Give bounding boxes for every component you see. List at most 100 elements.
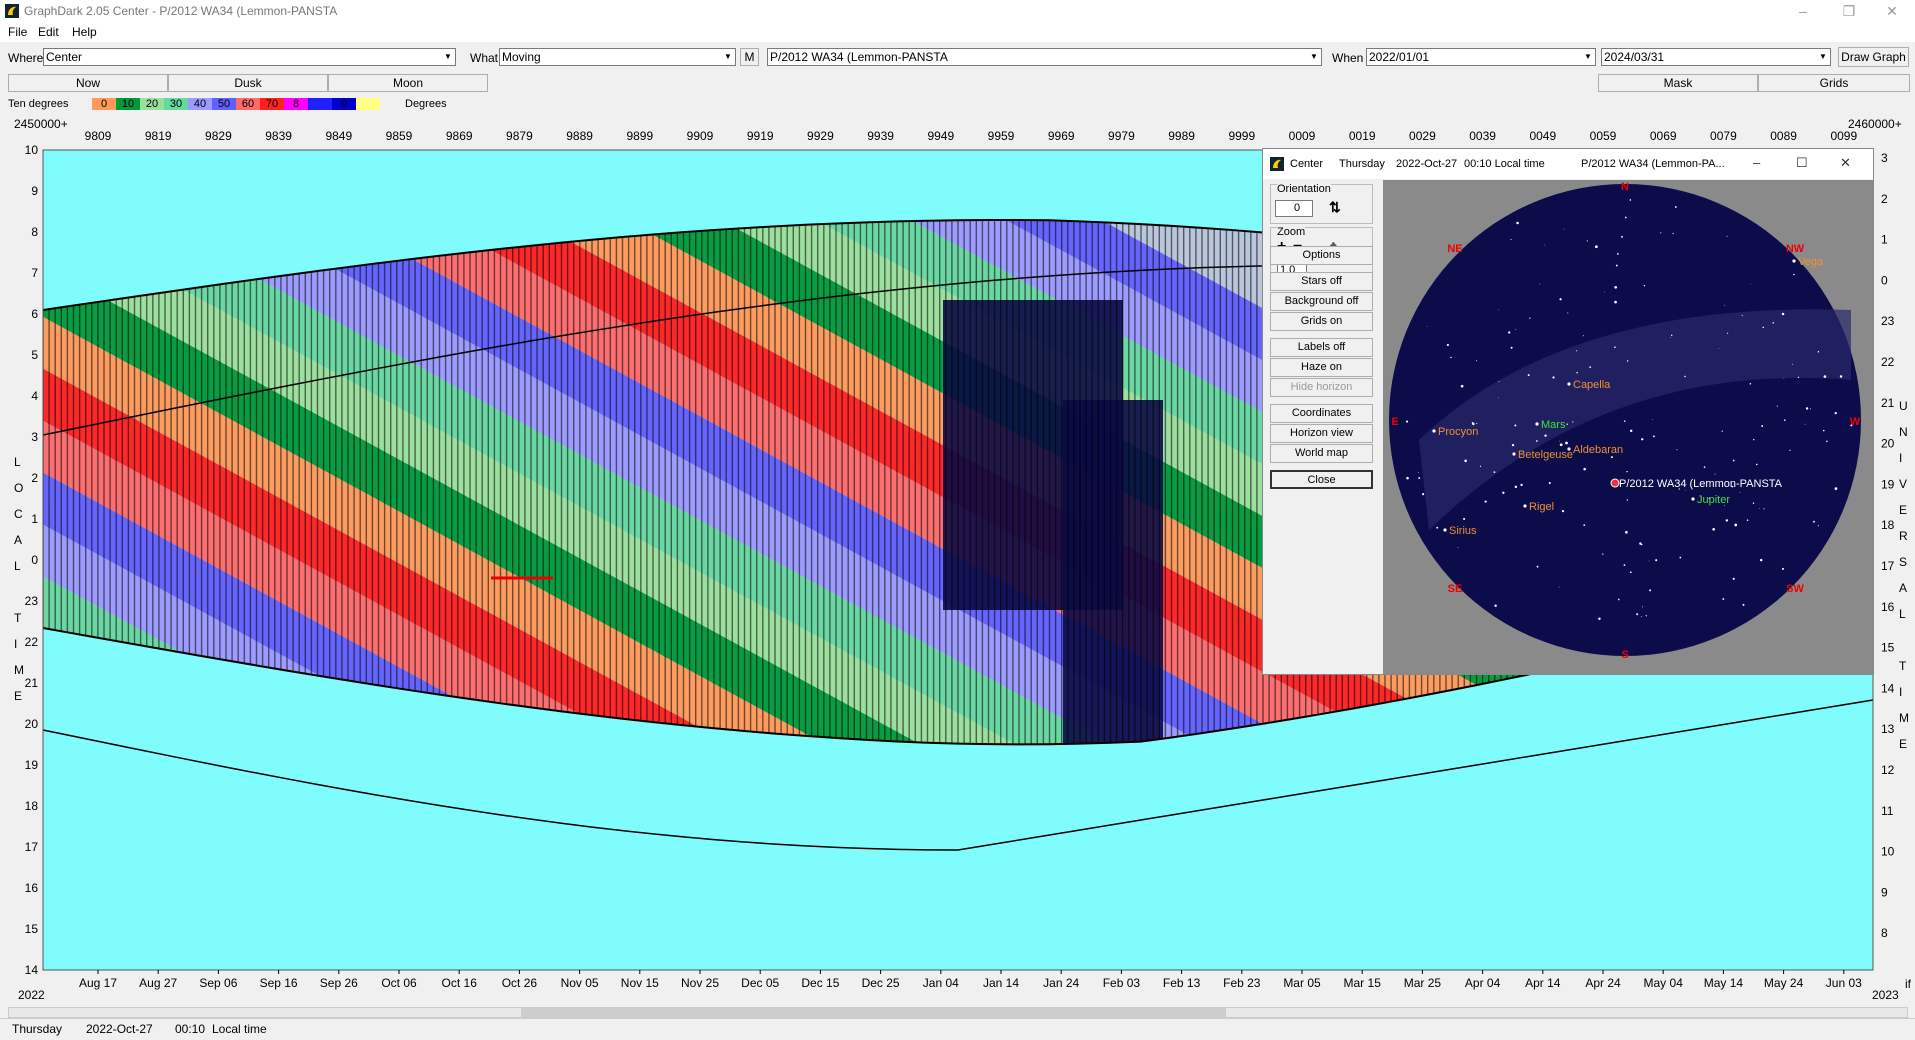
- m-button[interactable]: M: [740, 48, 759, 66]
- compass-label: W: [1850, 416, 1861, 428]
- sky-button-coordinates[interactable]: Coordinates: [1270, 404, 1373, 423]
- sky-object-dot[interactable]: [1443, 528, 1447, 532]
- sky-object-label[interactable]: Betelgeuse: [1518, 449, 1573, 461]
- maximize-icon[interactable]: ☐: [1796, 155, 1808, 171]
- jd-tick-label: 9979: [1108, 129, 1135, 143]
- jd-tick-label: 0069: [1650, 129, 1677, 143]
- tab-mask[interactable]: Mask: [1598, 74, 1758, 92]
- scrollbar-thumb[interactable]: [521, 1008, 1226, 1017]
- date-tick-label: Apr 14: [1525, 976, 1561, 990]
- object-select[interactable]: P/2012 WA34 (Lemmon-PANSTA ▼: [767, 48, 1322, 66]
- compass-label: E: [1391, 416, 1398, 428]
- ut-axis-letter: I: [1899, 451, 1902, 465]
- local-time-axis-letter: M: [14, 663, 24, 677]
- date-tick-label: Apr 24: [1585, 976, 1621, 990]
- date-tick-label: May 04: [1644, 976, 1684, 990]
- menu-edit[interactable]: Edit: [38, 25, 59, 39]
- sky-object-dot[interactable]: [1523, 504, 1527, 508]
- jd-tick-label: 0019: [1349, 129, 1376, 143]
- sky-title-object: P/2012 WA34 (Lemmon-PA...: [1581, 158, 1725, 170]
- ut-axis-letter: N: [1899, 425, 1908, 439]
- menu-help[interactable]: Help: [72, 25, 97, 39]
- sky-button-grids-on[interactable]: Grids on: [1270, 312, 1373, 331]
- start-date-select[interactable]: 2022/01/01 ▼: [1366, 48, 1596, 66]
- sky-object-dot[interactable]: [1512, 452, 1516, 456]
- sky-object-dot[interactable]: [1691, 497, 1695, 501]
- sky-object-label[interactable]: Mars: [1541, 419, 1566, 431]
- status-bar: Thursday 2022-Oct-27 00:10 Local time: [0, 1018, 1915, 1040]
- legend-swatch: 50: [212, 98, 236, 110]
- local-time-tick: 15: [25, 922, 39, 936]
- legend-swatch: 60: [236, 98, 260, 110]
- minimize-icon[interactable]: –: [1753, 155, 1760, 170]
- date-tick-label: Feb 03: [1103, 976, 1141, 990]
- horizontal-scrollbar[interactable]: [8, 1007, 1908, 1018]
- sky-object-label[interactable]: Jupiter: [1697, 494, 1730, 506]
- tab-dusk[interactable]: Dusk: [168, 74, 328, 92]
- date-tick-label: Jan 14: [983, 976, 1019, 990]
- ut-axis-letter: L: [1899, 607, 1906, 621]
- compass-label: S: [1621, 649, 1628, 661]
- sky-button-labels-off[interactable]: Labels off: [1270, 338, 1373, 357]
- ut-tick: 2: [1881, 192, 1888, 206]
- sky-object-label[interactable]: Capella: [1573, 379, 1611, 391]
- sky-button-world-map[interactable]: World map: [1270, 444, 1373, 463]
- sky-button-background-off[interactable]: Background off: [1270, 292, 1373, 311]
- date-tick-label: Sep 26: [320, 976, 358, 990]
- sky-title-place: Center: [1290, 158, 1324, 170]
- sky-button-hide-horizon[interactable]: Hide horizon: [1270, 378, 1373, 397]
- sky-object-label[interactable]: Vega: [1798, 256, 1824, 268]
- legend-swatch: [356, 98, 380, 110]
- jd-tick-label: 9829: [205, 129, 232, 143]
- jd-tick-label: 9909: [687, 129, 714, 143]
- ut-axis-letter: U: [1899, 399, 1908, 413]
- sky-button-close[interactable]: Close: [1270, 470, 1373, 489]
- jd-tick-label: 9819: [145, 129, 172, 143]
- tab-now[interactable]: Now: [8, 74, 168, 92]
- legend-swatch: 70: [260, 98, 284, 110]
- sky-object-dot[interactable]: [1610, 478, 1620, 488]
- local-time-axis-letter: L: [14, 455, 21, 469]
- sky-object-dot[interactable]: [1567, 382, 1571, 386]
- draw-graph-button[interactable]: Draw Graph: [1838, 47, 1909, 67]
- sky-object-dot[interactable]: [1535, 422, 1539, 426]
- end-date-select[interactable]: 2024/03/31 ▼: [1601, 48, 1831, 66]
- ut-tick: 8: [1881, 926, 1888, 940]
- menu-file[interactable]: File: [8, 25, 27, 39]
- close-button[interactable]: ✕: [1869, 0, 1915, 22]
- where-select[interactable]: Center ▼: [43, 48, 456, 66]
- sky-button-horizon-view[interactable]: Horizon view: [1270, 424, 1373, 443]
- minimize-button[interactable]: –: [1780, 0, 1826, 22]
- legend-swatch: 20: [140, 98, 164, 110]
- sky-object-dot[interactable]: [1432, 429, 1436, 433]
- date-tick-label: Nov 25: [681, 976, 719, 990]
- sky-object-dot[interactable]: [1792, 259, 1796, 263]
- sky-object-label[interactable]: P/2012 WA34 (Lemmon-PANSTA: [1619, 478, 1783, 490]
- sky-map-drawing[interactable]: N NE NW E W SE SW S Capella Mars Procyon AldebaranB…: [1383, 180, 1873, 674]
- sky-object-label[interactable]: Rigel: [1529, 501, 1554, 513]
- jd-tick-label: 0049: [1529, 129, 1556, 143]
- tab-grids[interactable]: Grids: [1758, 74, 1910, 92]
- close-icon[interactable]: ✕: [1840, 155, 1851, 171]
- tab-moon[interactable]: Moon: [328, 74, 488, 92]
- title-bar: GraphDark 2.05 Center - P/2012 WA34 (Lem…: [0, 0, 1915, 22]
- what-select[interactable]: Moving ▼: [499, 48, 736, 66]
- sky-button-options[interactable]: Options: [1270, 246, 1373, 265]
- sky-map[interactable]: N NE NW E W SE SW S Capella Mars Procyon Aldebaran B…: [1383, 180, 1873, 674]
- chevron-down-icon: ▼: [724, 52, 732, 61]
- sky-button-stars-off[interactable]: Stars off: [1270, 272, 1373, 291]
- date-tick-label: Dec 25: [862, 976, 900, 990]
- jd-tick-label: 9849: [325, 129, 352, 143]
- rotate-up-icon[interactable]: ⇅: [1329, 199, 1341, 216]
- sky-object-label[interactable]: Aldebaran: [1573, 444, 1623, 456]
- sky-object-label[interactable]: Sirius: [1449, 525, 1477, 537]
- legend-swatch: [308, 98, 332, 110]
- orientation-input[interactable]: 0: [1275, 200, 1313, 217]
- date-tick-label: Sep 06: [199, 976, 237, 990]
- jd-tick-label: 9809: [85, 129, 112, 143]
- sky-object-label[interactable]: Procyon: [1438, 426, 1478, 438]
- sky-button-haze-on[interactable]: Haze on: [1270, 358, 1373, 377]
- restore-button[interactable]: ❐: [1826, 0, 1872, 22]
- what-label: What: [470, 51, 499, 65]
- ut-axis-letter: M: [1899, 711, 1909, 725]
